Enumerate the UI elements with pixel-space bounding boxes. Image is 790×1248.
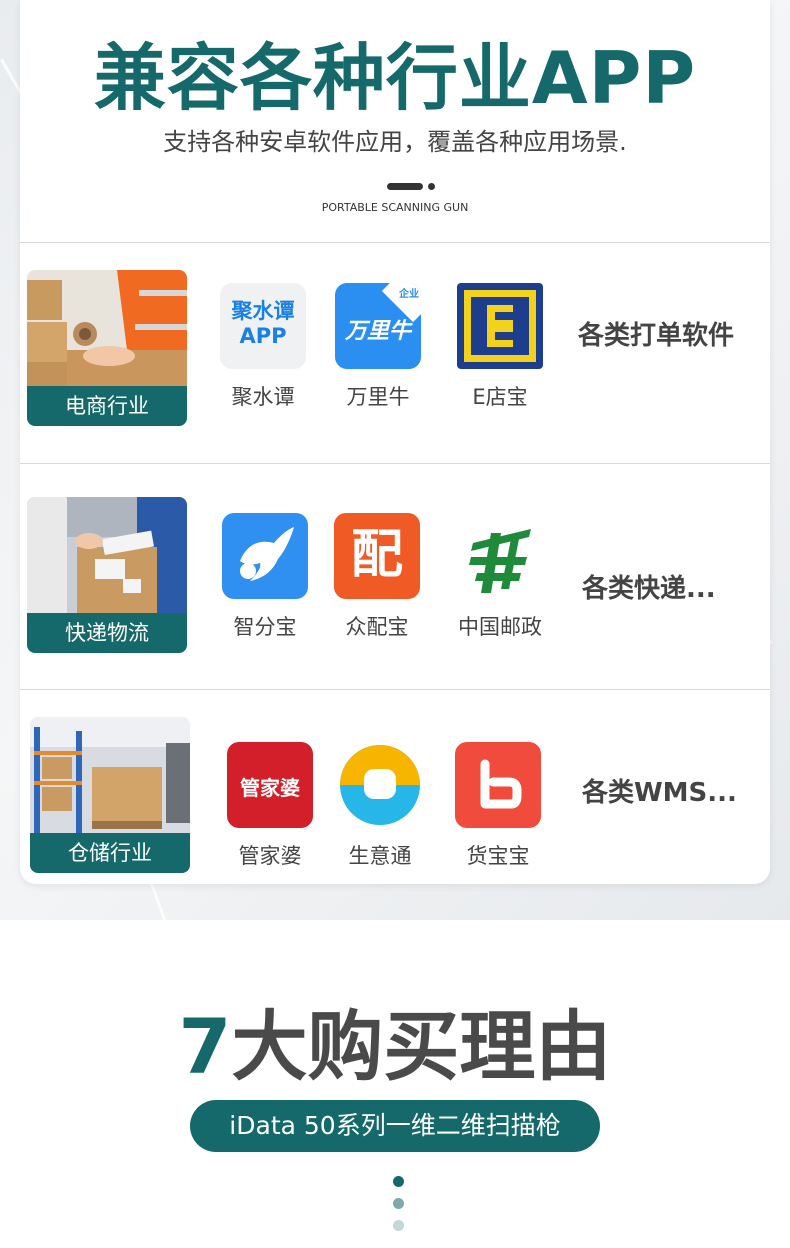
- software-category-tag: 各类快递...: [582, 574, 716, 604]
- app-name: 聚水谭: [231, 385, 295, 409]
- reasons-count: 7: [178, 1002, 232, 1091]
- app-wanliniu[interactable]: 企业 万里牛 万里牛: [333, 283, 423, 411]
- app-name: 智分宝: [233, 615, 297, 639]
- huobaobao-app-icon: [455, 742, 541, 828]
- app-name: 中国邮政: [458, 615, 542, 639]
- delivery-photo: [27, 497, 187, 613]
- app-shengyitong[interactable]: 生意通: [335, 742, 425, 870]
- industry-apps-card: 兼容各种行业APP 支持各种安卓软件应用，覆盖各种应用场景. PORTABLE …: [20, 0, 770, 884]
- industry-label: 仓储行业: [30, 833, 190, 873]
- industry-label: 快递物流: [27, 613, 187, 653]
- jushuitan-app-icon: 聚水谭 APP: [220, 283, 306, 369]
- guanjiapo-app-icon: 管家婆: [227, 742, 313, 828]
- app-name: 万里牛: [346, 385, 410, 409]
- app-name: 众配宝: [345, 615, 409, 639]
- product-series-pill: iData 50系列一维二维扫描枪: [190, 1100, 600, 1152]
- reasons-heading: 7大购买理由: [0, 1002, 790, 1092]
- app-name: E店宝: [472, 385, 528, 409]
- background-decoration: [150, 882, 167, 920]
- industry-card[interactable]: 电商行业: [27, 270, 187, 426]
- page-subtitle: 支持各种安卓软件应用，覆盖各种应用场景.: [163, 128, 627, 156]
- app-china-post[interactable]: 中国邮政: [450, 513, 550, 641]
- app-name: 货宝宝: [466, 844, 530, 868]
- decorative-dot: [393, 1198, 404, 1209]
- industry-card[interactable]: 快递物流: [27, 497, 187, 653]
- software-category-tag: 各类WMS...: [582, 778, 737, 808]
- zhifenbao-app-icon: [222, 513, 308, 599]
- reasons-title-text: 大购买理由: [231, 1002, 612, 1091]
- app-huobaobao[interactable]: 货宝宝: [453, 742, 543, 870]
- decorative-dot: [393, 1220, 404, 1231]
- packing-photo: [27, 270, 187, 386]
- app-guanjiapo[interactable]: 管家婆 管家婆: [225, 742, 315, 870]
- zhongpeibao-app-icon: 配: [334, 513, 420, 599]
- caption: PORTABLE SCANNING GUN: [321, 201, 469, 214]
- wanliniu-app-icon: 企业 万里牛: [335, 283, 421, 369]
- shengyitong-app-icon: [337, 742, 423, 828]
- app-name: 管家婆: [238, 844, 302, 868]
- app-name: 生意通: [348, 844, 412, 868]
- app-zhongpeibao[interactable]: 配 众配宝: [332, 513, 422, 641]
- decorative-dot: [428, 183, 435, 190]
- app-jushuitan[interactable]: 聚水谭 APP 聚水谭: [218, 283, 308, 411]
- warehouse-photo: [30, 717, 190, 833]
- decorative-dot: [393, 1176, 404, 1187]
- industry-row-warehouse: 仓储行业 管家婆 管家婆 生意通 货宝宝 各类WMS...: [20, 690, 770, 884]
- industry-row-ecommerce: 电商行业 聚水谭 APP 聚水谭 企业 万里牛 万里牛 E店宝 各类打单软件: [20, 243, 770, 465]
- decorative-dash: [387, 183, 423, 190]
- edianbao-app-icon: [457, 283, 543, 369]
- page-title: 兼容各种行业APP: [93, 36, 697, 120]
- app-edianbao[interactable]: E店宝: [455, 283, 545, 411]
- china-post-app-icon: [457, 513, 543, 599]
- industry-label: 电商行业: [27, 386, 187, 426]
- software-category-tag: 各类打单软件: [578, 321, 735, 351]
- industry-card[interactable]: 仓储行业: [30, 717, 190, 873]
- industry-row-logistics: 快递物流 智分宝 配 众配宝 中国邮政 各类快递...: [20, 464, 770, 686]
- app-zhifenbao[interactable]: 智分宝: [220, 513, 310, 641]
